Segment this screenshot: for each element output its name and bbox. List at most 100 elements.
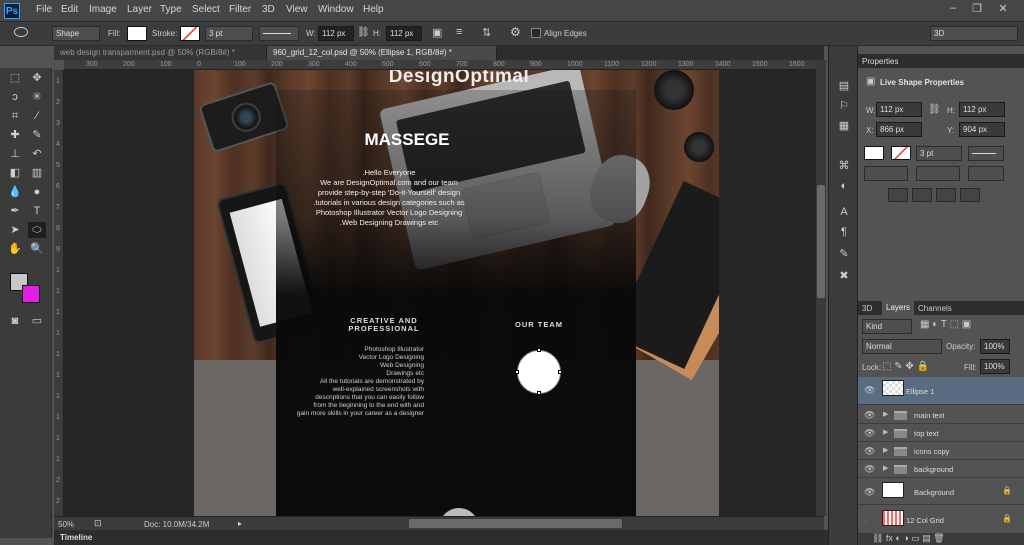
layer-background-group[interactable]: 👁 ▶ background [858,461,1024,478]
layer-main-text[interactable]: 👁 ▶ main text [858,407,1024,424]
menu-window[interactable]: Window [318,4,354,15]
gear-icon[interactable]: ⚙ [510,25,521,39]
menu-filter[interactable]: Filter [229,4,251,15]
brush-tool-icon[interactable]: ✎ [28,127,46,143]
layer-top-text[interactable]: 👁 ▶ top text [858,425,1024,442]
character-panel-icon[interactable]: A [835,204,853,220]
libraries-panel-icon[interactable]: ⌘ [835,158,853,174]
type-tool-icon[interactable]: T [28,203,46,219]
align-edges-checkbox[interactable] [531,28,541,38]
properties-panel-icon[interactable]: ⚐ [835,98,853,114]
menu-edit[interactable]: Edit [61,4,78,15]
tab-grid-document[interactable]: 960_grid_12_col.psd @ 50% (Ellipse 1, RG… [267,46,497,60]
menu-type[interactable]: Type [160,4,182,15]
horizontal-scrollbar-thumb[interactable] [409,519,622,528]
screen-mode-icon[interactable]: ▭ [28,313,46,329]
move-tool-icon[interactable]: ✥ [28,70,46,86]
timeline-panel[interactable]: Timeline [54,530,828,545]
lock-options-icon[interactable]: ⬚ ✎ ✥ 🔒 [882,361,929,372]
menu-image[interactable]: Image [89,4,117,15]
magic-wand-icon[interactable]: ✳ [28,89,46,105]
close-button[interactable]: ✕ [994,2,1012,18]
menu-help[interactable]: Help [363,4,384,15]
prop-stroke-style[interactable] [968,146,1004,161]
fill-swatch[interactable] [127,26,147,41]
prop-x-input[interactable]: 866 px [876,122,922,137]
minimize-button[interactable]: – [944,2,962,18]
adjustments-panel-icon[interactable]: ◐ [835,178,853,194]
visibility-eye-icon[interactable]: 👁 [864,464,875,475]
path-alignment-icon[interactable]: ≡ [456,26,462,38]
prop-align-select[interactable] [864,166,908,181]
transform-handle[interactable] [537,391,541,395]
fill-input[interactable]: 100% [980,359,1010,374]
group-expand-icon[interactable]: ▶ [883,446,888,454]
menu-layer[interactable]: Layer [127,4,152,15]
hand-tool-icon[interactable]: ✋ [6,241,24,257]
menu-select[interactable]: Select [192,4,220,15]
path-selection-icon[interactable]: ➤ [6,222,24,238]
lasso-tool-icon[interactable]: ↄ [6,89,24,105]
prop-stroke-width[interactable]: 3 pt [916,146,962,161]
stroke-style-select[interactable] [259,26,299,41]
ellipse-shape[interactable] [515,348,562,395]
document-canvas[interactable]: DesignOptimal MASSEGE .Hello Everyone We… [194,70,719,516]
link-icon[interactable]: ⛓ [928,104,941,115]
filter-kind-select[interactable]: Kind [862,319,912,334]
visibility-eye-icon[interactable]: 👁 [864,410,875,421]
width-input[interactable]: 112 px [318,26,354,41]
maximize-button[interactable]: ❐ [968,2,986,18]
tab-web-design[interactable]: web design transparment.psd @ 50% (RGB/8… [54,46,267,60]
timeline-label[interactable]: Timeline [60,533,92,542]
prop-height-input[interactable]: 112 px [959,102,1005,117]
workspace-select[interactable]: 3D [930,26,1018,41]
eraser-tool-icon[interactable]: ◧ [6,165,24,181]
tab-layers[interactable]: Layers [882,301,915,315]
intersect-shape-icon[interactable] [936,188,956,202]
menu-view[interactable]: View [286,4,308,15]
dodge-tool-icon[interactable]: ● [28,184,46,200]
layer-ellipse-1[interactable]: 👁 Ellipse 1 [858,377,1024,405]
swatches-panel-icon[interactable]: ▦ [835,118,853,134]
clone-stamp-icon[interactable]: ⊥ [6,146,24,162]
height-input[interactable]: 112 px [386,26,422,41]
ellipse-tool-icon[interactable]: ⬭ [28,222,46,238]
link-icon[interactable]: ⛓ [357,27,370,38]
group-expand-icon[interactable]: ▶ [883,410,888,418]
history-brush-icon[interactable]: ↶ [28,146,46,162]
crop-tool-icon[interactable]: ⌗ [6,108,24,124]
visibility-eye-icon[interactable]: 👁 [864,385,875,396]
tab-channels[interactable]: Channels [918,304,952,313]
prop-fill-swatch[interactable] [864,146,884,160]
prop-stroke-swatch[interactable] [891,146,911,160]
visibility-eye-icon[interactable]: 👁 [864,446,875,457]
pixel-filter-icon[interactable]: ▦ ◐ T ⬚ ▣ [920,319,971,330]
share-icon[interactable]: ⊡ [94,518,102,529]
quick-mask-icon[interactable]: ◙ [6,313,24,329]
blur-tool-icon[interactable]: 💧 [6,184,24,200]
stroke-width-field[interactable]: 3 pt [205,26,253,41]
transform-handle[interactable] [558,370,562,374]
eyedropper-icon[interactable]: ⁄ [28,108,46,124]
prop-y-input[interactable]: 904 px [959,122,1005,137]
background-color-swatch[interactable] [22,285,40,303]
visibility-toggle-empty[interactable]: ▫ [864,515,867,525]
exclude-shape-icon[interactable] [960,188,980,202]
pen-tool-icon[interactable]: ✒ [6,203,24,219]
prop-corners-select[interactable] [968,166,1004,181]
layer-12-col-grid[interactable]: ▫ 12 Col Grid 🔒 [858,507,1024,533]
group-expand-icon[interactable]: ▶ [883,464,888,472]
transform-handle[interactable] [537,348,541,352]
vertical-scrollbar[interactable] [816,60,826,516]
visibility-eye-icon[interactable]: 👁 [864,487,875,498]
marquee-tool-icon[interactable]: ⬚ [6,70,24,86]
canvas-area[interactable]: DesignOptimal MASSEGE .Hello Everyone We… [64,70,816,516]
layer-background[interactable]: 👁 Background 🔒 [858,479,1024,505]
tool-mode-select[interactable]: Shape [52,26,100,41]
transform-handle[interactable] [515,370,519,374]
zoom-level[interactable]: 50% [58,520,74,529]
stroke-swatch[interactable] [180,26,200,41]
path-arrangement-icon[interactable]: ⇅ [482,26,491,39]
ellipse-tool-icon[interactable] [14,27,28,37]
brush-presets-panel-icon[interactable]: ✎ [835,246,853,262]
